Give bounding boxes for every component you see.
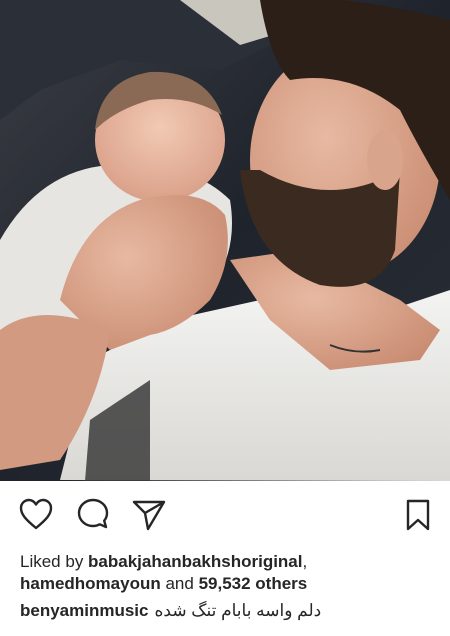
- likes-connector: and: [160, 574, 199, 593]
- comment-bubble-icon[interactable]: [77, 498, 109, 530]
- liked-by-user-link-2[interactable]: hamedhomayoun: [20, 574, 161, 593]
- post-photo-illustration: [0, 0, 450, 481]
- paper-plane-icon[interactable]: [132, 499, 166, 531]
- post-caption: benyaminmusic دلم واسه بابام تنگ شده: [20, 600, 440, 622]
- post-actions-bar: [0, 481, 450, 547]
- heart-icon[interactable]: [19, 498, 53, 530]
- caption-username[interactable]: benyaminmusic: [20, 601, 149, 620]
- likes-separator: ,: [302, 552, 308, 571]
- liked-by-user-link[interactable]: babakjahanbakhshoriginal: [88, 552, 302, 571]
- likes-summary: Liked by babakjahanbakhshoriginal, hamed…: [20, 551, 440, 595]
- bookmark-icon[interactable]: [405, 499, 431, 531]
- caption-text: دلم واسه بابام تنگ شده: [154, 601, 322, 620]
- likes-count-link[interactable]: 59,532 others: [199, 574, 308, 593]
- likes-prefix: Liked by: [20, 552, 89, 571]
- post-photo[interactable]: [0, 0, 450, 481]
